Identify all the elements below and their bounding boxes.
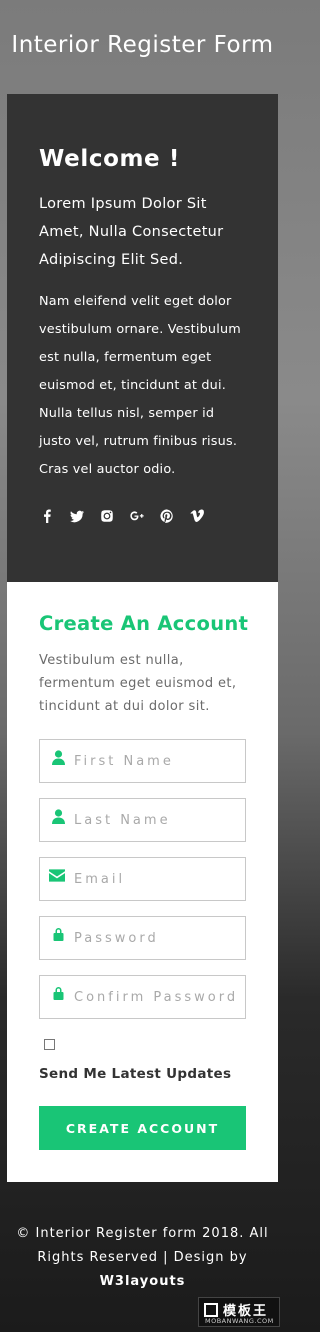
first-name-input[interactable] [72,752,246,770]
confirm-password-field-wrap [39,975,246,1019]
confirm-password-input[interactable] [72,988,246,1006]
create-account-button[interactable]: CREATE ACCOUNT [39,1106,246,1150]
instagram-icon[interactable] [99,508,115,524]
password-field-wrap [39,916,246,960]
first-name-field-wrap [39,739,246,783]
footer-link[interactable]: W3layouts [100,1274,186,1289]
watermark-sub: MOBANWANG.COM [205,1317,274,1325]
password-input[interactable] [72,929,246,947]
form-heading: Create An Account [39,612,249,635]
footer-text: © Interior Register form 2018. All Right… [16,1226,269,1265]
google-plus-icon[interactable] [129,508,145,524]
last-name-field-wrap [39,798,246,842]
welcome-body: Nam eleifend velit eget dolor vestibulum… [39,294,241,477]
welcome-panel: Welcome ! Lorem Ipsum Dolor Sit Amet, Nu… [7,94,278,582]
twitter-icon[interactable] [69,508,85,524]
register-form: Create An Account Vestibulum est nulla, … [7,582,278,1182]
email-field-wrap [39,857,246,901]
watermark-logo: 模板王 MOBANWANG.COM [198,1297,280,1327]
last-name-input[interactable] [72,811,246,829]
welcome-lead: Lorem Ipsum Dolor Sit Amet, Nulla Consec… [39,196,224,268]
vimeo-icon[interactable] [189,508,205,524]
watermark-logo-icon [204,1303,218,1317]
page-title: Interior Register Form [11,32,274,58]
updates-checkbox[interactable] [44,1039,55,1050]
updates-checkbox-label: Send Me Latest Updates [39,1066,232,1082]
form-description: Vestibulum est nulla, fermentum eget eui… [39,653,237,714]
envelope-icon [49,867,65,883]
footer: © Interior Register form 2018. All Right… [0,1222,285,1294]
lock-icon [50,926,66,942]
email-input[interactable] [72,870,246,888]
lock-icon [50,985,66,1001]
social-links [39,508,246,524]
user-icon [50,749,66,765]
pinterest-icon[interactable] [159,508,175,524]
user-icon [50,808,66,824]
welcome-heading: Welcome ! [39,146,180,172]
facebook-icon[interactable] [39,508,55,524]
